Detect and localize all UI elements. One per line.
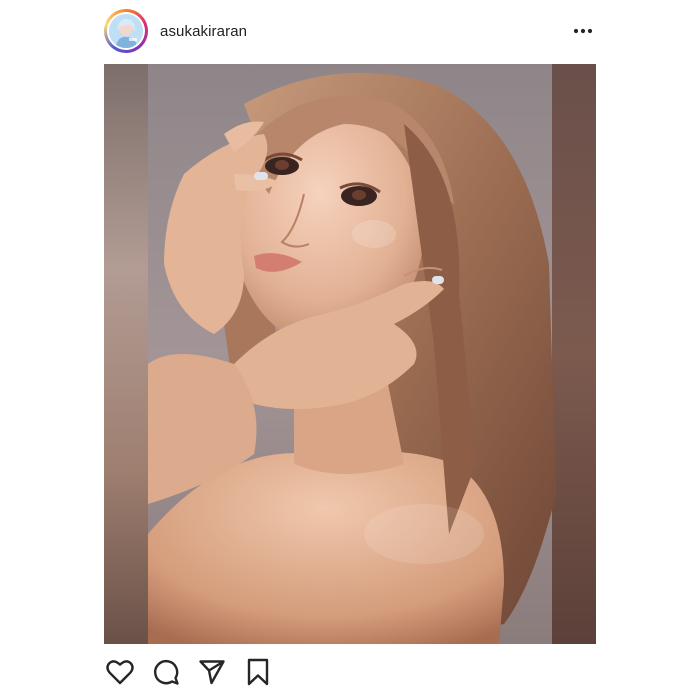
more-options-icon[interactable] xyxy=(570,18,596,44)
post-image[interactable] xyxy=(104,64,596,644)
username[interactable]: asukakiraran xyxy=(160,23,247,40)
heart-icon[interactable] xyxy=(104,656,136,688)
comment-icon[interactable] xyxy=(150,656,182,688)
avatar xyxy=(109,14,143,48)
post-actions xyxy=(104,652,596,692)
instagram-post: asukakiraran xyxy=(0,0,700,700)
post-header: asukakiraran xyxy=(104,8,596,54)
story-ring[interactable] xyxy=(104,9,148,53)
send-icon[interactable] xyxy=(196,656,228,688)
bookmark-icon[interactable] xyxy=(242,656,274,688)
avatar-image xyxy=(109,14,143,48)
